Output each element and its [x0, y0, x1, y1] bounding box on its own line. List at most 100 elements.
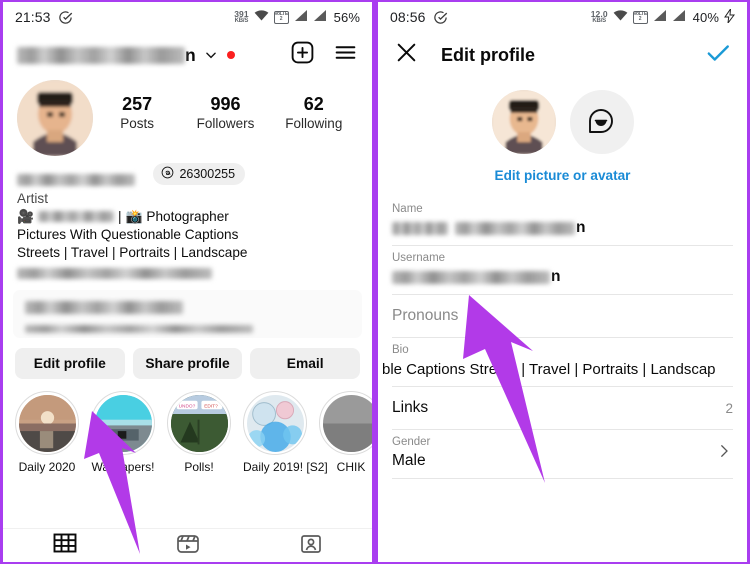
pronouns-placeholder: Pronouns: [392, 307, 459, 324]
profile-bio: Artist 🎥 | 📸 Photographer Pictures With …: [3, 186, 372, 280]
battery-percentage: 56%: [333, 9, 360, 25]
right-phone-panel: 08:56 12.0 KB/S VoLTE 2 40% Edit profile…: [375, 0, 750, 564]
clock-check-icon: [58, 10, 73, 25]
stat-posts-label: Posts: [120, 115, 155, 131]
name-field[interactable]: Name n: [392, 197, 733, 246]
network-speed-value: 12.0: [590, 8, 608, 19]
tab-grid[interactable]: [3, 529, 126, 562]
stat-following[interactable]: 62 Following: [285, 94, 343, 131]
network-speed-unit: KB/S: [592, 18, 606, 25]
edit-picture-link[interactable]: Edit picture or avatar: [378, 168, 747, 183]
network-speed-unit: KB/S: [234, 18, 249, 25]
professional-dashboard-card[interactable]: [13, 290, 362, 339]
name-blurred-part-1: [392, 221, 448, 235]
dashboard-subtitle-blurred: [25, 325, 253, 334]
highlight-ring: [91, 391, 155, 456]
highlight-item[interactable]: Wallpapers!: [91, 391, 155, 474]
username-blurred: [17, 46, 185, 64]
gender-field-label: Gender: [392, 436, 431, 448]
name-visible-tail: n: [576, 219, 586, 236]
pronouns-field[interactable]: Pronouns: [392, 295, 733, 338]
hamburger-menu-icon[interactable]: [333, 40, 358, 70]
chevron-down-icon[interactable]: [204, 48, 218, 62]
highlight-cover-image: [246, 394, 304, 452]
tagged-person-icon: [299, 533, 323, 560]
status-right-cluster: 391 KB/S VoLTE 2 56%: [234, 9, 360, 25]
tab-tagged[interactable]: [249, 529, 372, 562]
signal-icon: [653, 9, 667, 25]
reels-icon: [176, 533, 200, 560]
close-x-icon[interactable]: [394, 40, 419, 70]
bio-line-2: Pictures With Questionable Captions: [17, 226, 239, 242]
bio-role: Photographer: [146, 208, 229, 224]
highlight-label: Polls!: [184, 460, 214, 475]
bio-field[interactable]: Bio ble Captions Streets | Travel | Port…: [382, 338, 733, 387]
stat-followers-count: 996: [210, 94, 241, 114]
tab-reels[interactable]: [126, 529, 249, 562]
bio-field-label: Bio: [392, 344, 409, 356]
username-switcher[interactable]: n: [17, 45, 235, 66]
stat-following-label: Following: [285, 115, 343, 131]
edit-profile-top-bar: Edit profile: [378, 32, 747, 78]
avatar-face-icon[interactable]: [569, 90, 634, 154]
full-name-blurred: [17, 173, 135, 186]
name-blurred-part-2: [455, 221, 575, 235]
highlight-item[interactable]: CHIK: [319, 391, 372, 474]
profile-summary: 257 Posts 996 Followers 62 Following: [3, 74, 372, 156]
plus-box-icon[interactable]: [290, 40, 315, 70]
stat-followers[interactable]: 996 Followers: [196, 94, 255, 131]
username-field[interactable]: Username n: [392, 246, 733, 295]
profile-top-bar: n: [3, 32, 372, 74]
grid-icon: [53, 533, 77, 560]
edit-profile-fields: Name n Username n Pronouns Bio ble Capti…: [378, 197, 747, 479]
highlight-label: Daily 2019! [S2]: [243, 460, 328, 475]
highlight-item[interactable]: UNDO? EDIT? Polls!: [167, 391, 231, 474]
highlight-cover-image: [322, 394, 372, 452]
gender-field[interactable]: Gender Male: [392, 430, 733, 479]
highlight-ring: [243, 391, 307, 456]
volte-icon: VoLTE 2: [632, 10, 648, 24]
left-status-bar: 21:53 391 KB/S VoLTE 2 56%: [3, 2, 372, 32]
volte-icon: VoLTE 2: [273, 10, 289, 24]
check-icon[interactable]: [705, 40, 731, 71]
highlight-cover-image: [94, 394, 152, 452]
unread-indicator-dot: [226, 51, 235, 59]
avatar[interactable]: [17, 80, 93, 156]
bio-category: Artist: [17, 190, 48, 206]
share-profile-button[interactable]: Share profile: [132, 348, 243, 380]
highlight-item[interactable]: Daily 2019! [S2]: [243, 391, 328, 475]
stat-posts[interactable]: 257 Posts: [108, 94, 166, 131]
bio-line-3: Streets | Travel | Portraits | Landscape: [17, 245, 248, 260]
wifi-icon: [254, 9, 269, 25]
signal-icon: [672, 9, 686, 25]
bio-line-4-blurred: [17, 267, 212, 279]
highlight-label: Daily 2020: [18, 460, 76, 475]
bottom-tab-bar: [3, 528, 372, 562]
highlight-item[interactable]: Daily 2020: [15, 391, 79, 474]
threads-badge[interactable]: 26300255: [153, 163, 246, 185]
chevron-right-icon[interactable]: [715, 442, 733, 465]
links-count: 2: [725, 400, 733, 416]
username-field-value: n: [392, 268, 733, 286]
signal-icon: [294, 9, 308, 25]
story-highlights-row[interactable]: Daily 2020 Wallpapers! UNDO? EDIT? Polls…: [3, 379, 372, 474]
highlight-cover-image: [18, 394, 76, 452]
profile-picture-option[interactable]: [491, 90, 556, 154]
highlight-label: Wallpapers!: [91, 460, 155, 475]
links-field[interactable]: Links 2: [392, 387, 733, 430]
dashboard-title-blurred: [25, 301, 183, 315]
svg-text:EDIT?: EDIT?: [204, 403, 218, 409]
network-speed-indicator: 12.0 KB/S: [591, 10, 608, 25]
stat-following-count: 62: [303, 94, 324, 114]
threads-icon: [161, 166, 174, 182]
email-button[interactable]: Email: [250, 348, 361, 380]
camera-icon: 📸: [125, 208, 143, 224]
name-field-label: Name: [392, 203, 423, 215]
username-visible-tail: n: [185, 44, 196, 65]
gender-text-group: Gender Male: [392, 436, 430, 470]
status-time: 21:53: [15, 9, 51, 25]
profile-stats: 257 Posts 996 Followers 62 Following: [93, 80, 358, 131]
edit-profile-button[interactable]: Edit profile: [15, 348, 125, 380]
bio-field-value: ble Captions Streets | Travel | Portrait…: [382, 361, 716, 378]
left-phone-panel: 21:53 391 KB/S VoLTE 2 56% n 257 Posts 9…: [0, 0, 375, 564]
